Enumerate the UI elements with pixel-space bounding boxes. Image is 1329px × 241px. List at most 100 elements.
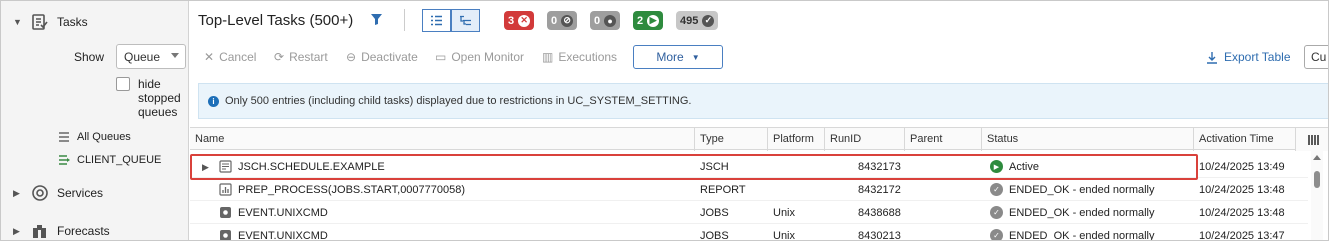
show-label: Show: [74, 50, 105, 64]
task-status: ENDED_OK - ended normally: [1009, 184, 1155, 196]
restart-button[interactable]: ⟳ Restart: [274, 50, 328, 64]
task-activation-time: 10/24/2025 13:48: [1199, 207, 1285, 219]
task-runid: 8438688: [858, 207, 901, 219]
customize-button[interactable]: Cu: [1304, 45, 1328, 69]
col-header-runid[interactable]: RunID: [830, 133, 861, 145]
task-status: ENDED_OK - ended normally: [1009, 230, 1155, 241]
export-table-button[interactable]: Export Table: [1206, 50, 1291, 64]
task-platform: Unix: [773, 207, 796, 219]
show-select-value: Queue: [124, 49, 161, 64]
monitor-icon: ▭: [435, 50, 447, 64]
deactivate-icon: ⊖: [346, 50, 357, 64]
sidebar-item-all-queues[interactable]: All Queues: [58, 131, 131, 143]
task-name: PREP_PROCESS(JOBS.START,0007770058): [238, 184, 466, 196]
sidebar-item-client-queue[interactable]: CLIENT_QUEUE: [58, 154, 161, 166]
open-monitor-button[interactable]: ▭ Open Monitor: [435, 50, 524, 64]
blocked-icon: ⊘: [561, 14, 574, 27]
info-icon: i: [208, 95, 219, 107]
table-row[interactable]: EVENT.UNIXCMD JOBS Unix 8430213 ✓ ENDED_…: [190, 225, 1308, 241]
check-icon: ✓: [990, 183, 1003, 196]
table-row[interactable]: PREP_PROCESS(JOBS.START,0007770058) REPO…: [190, 179, 1308, 201]
queue-active-icon: [58, 154, 71, 166]
task-activation-time: 10/24/2025 13:48: [1199, 184, 1285, 196]
task-activation-time: 10/24/2025 13:49: [1199, 161, 1285, 173]
job-gear-icon: [220, 230, 231, 240]
table-header: Name Type Platform RunID Parent Status A…: [190, 127, 1328, 151]
sidebar-item-label: Services: [57, 186, 104, 200]
tasks-icon: [31, 13, 49, 31]
chevron-down-icon[interactable]: ▼: [13, 17, 27, 27]
col-header-parent[interactable]: Parent: [910, 133, 942, 145]
task-name: EVENT.UNIXCMD: [238, 230, 328, 241]
task-runid: 8432172: [858, 184, 901, 196]
status-badge-blocked[interactable]: 0 ⊘: [547, 11, 578, 30]
filter-icon[interactable]: [370, 13, 383, 29]
task-platform: Unix: [773, 230, 796, 241]
task-name: EVENT.UNIXCMD: [238, 207, 328, 219]
tree-view-button[interactable]: [451, 9, 480, 32]
scrollbar-thumb[interactable]: [1314, 171, 1320, 188]
cancel-button[interactable]: ✕ Cancel: [204, 50, 256, 64]
main-panel: Top-Level Tasks (500+) 3 ✕ 0 ⊘ 0 ● 2 ▶ 4…: [190, 1, 1328, 241]
report-icon: [219, 183, 232, 196]
table-row[interactable]: EVENT.UNIXCMD JOBS Unix 8438688 ✓ ENDED_…: [190, 202, 1308, 224]
task-type: REPORT: [700, 184, 746, 196]
task-status: ENDED_OK - ended normally: [1009, 207, 1155, 219]
sidebar-item-label: Forecasts: [57, 224, 110, 238]
deactivate-button[interactable]: ⊖ Deactivate: [346, 50, 418, 64]
scroll-up-icon[interactable]: [1313, 155, 1321, 160]
chevron-right-icon[interactable]: ▶: [13, 226, 27, 237]
chevron-down-icon: [171, 53, 179, 58]
show-select[interactable]: Queue: [116, 44, 186, 69]
task-activation-time: 10/24/2025 13:47: [1199, 230, 1285, 241]
col-header-name[interactable]: Name: [195, 133, 224, 145]
task-type: JOBS: [700, 230, 729, 241]
list-view-button[interactable]: [422, 9, 451, 32]
services-icon: [31, 184, 49, 202]
sidebar-item-services[interactable]: ▶ Services: [13, 184, 103, 202]
status-badge-waiting[interactable]: 0 ●: [590, 11, 621, 30]
column-chooser-button[interactable]: [1295, 128, 1328, 151]
status-badge-ok[interactable]: 495 ✓: [676, 11, 719, 30]
close-icon: ✕: [204, 50, 215, 64]
tree-view-icon: [460, 15, 471, 26]
chevron-right-icon[interactable]: ▶: [13, 188, 27, 199]
hide-stopped-label: hide stopped queues: [138, 77, 181, 119]
col-header-status[interactable]: Status: [987, 133, 1018, 145]
play-icon: ▶: [647, 14, 660, 27]
info-banner-text: Only 500 entries (including child tasks)…: [225, 95, 692, 107]
vertical-scrollbar[interactable]: [1311, 151, 1323, 240]
divider: [404, 9, 405, 31]
queue-list-icon: [58, 131, 71, 143]
col-header-type[interactable]: Type: [700, 133, 724, 145]
app-window: ▼ Tasks Show Queue hide stopped queues A…: [0, 0, 1329, 241]
selection-highlight: [190, 154, 1198, 180]
sidebar-item-label: CLIENT_QUEUE: [77, 154, 162, 166]
sidebar-item-forecasts[interactable]: ▶ Forecasts: [13, 223, 110, 239]
status-badge-error[interactable]: 3 ✕: [504, 11, 535, 30]
sidebar-item-label: All Queues: [77, 131, 131, 143]
col-header-activation-time[interactable]: Activation Time: [1199, 133, 1274, 145]
status-badge-active[interactable]: 2 ▶: [633, 11, 664, 30]
columns-icon: [1307, 134, 1319, 145]
chevron-down-icon: ▼: [691, 52, 700, 62]
task-runid: 8430213: [858, 230, 901, 241]
waiting-icon: ●: [604, 14, 617, 27]
list-view-icon: [431, 15, 442, 26]
sidebar: ▼ Tasks Show Queue hide stopped queues A…: [1, 1, 189, 240]
restart-icon: ⟳: [274, 50, 285, 64]
col-header-platform[interactable]: Platform: [773, 133, 814, 145]
job-gear-icon: [220, 207, 231, 218]
check-icon: ✓: [990, 229, 1003, 240]
hide-stopped-checkbox[interactable]: [116, 77, 130, 91]
info-banner: i Only 500 entries (including child task…: [198, 83, 1328, 119]
check-icon: ✓: [990, 206, 1003, 219]
executions-button[interactable]: ▥ Executions: [542, 50, 617, 64]
executions-icon: ▥: [542, 50, 554, 64]
check-icon: ✓: [702, 14, 715, 27]
sidebar-item-label: Tasks: [57, 15, 88, 29]
download-icon: [1207, 51, 1217, 64]
sidebar-item-tasks[interactable]: ▼ Tasks: [13, 13, 88, 31]
page-title: Top-Level Tasks (500+): [198, 12, 354, 29]
more-button[interactable]: More ▼: [633, 45, 723, 69]
